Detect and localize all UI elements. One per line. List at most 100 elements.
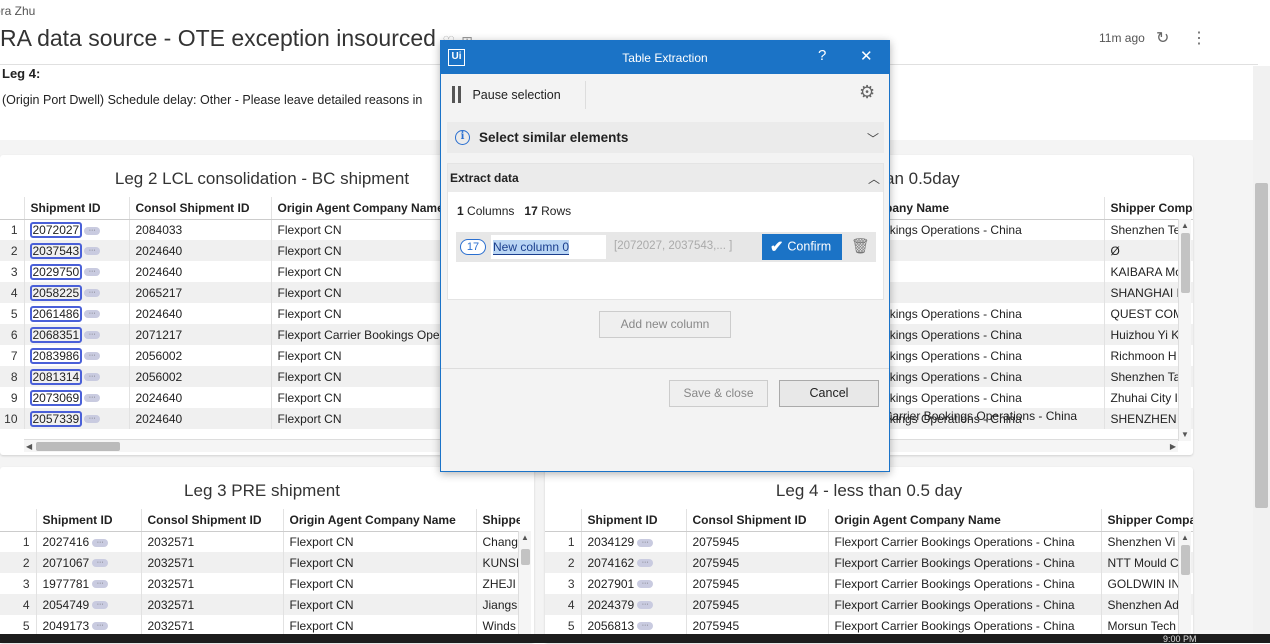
consol-id-cell[interactable]: 2024640 [128, 408, 271, 429]
close-button[interactable]: ✕ [860, 47, 873, 65]
consol-id-cell[interactable]: 2075945 [685, 594, 828, 615]
shipment-id-cell[interactable]: 2058225 ··· [23, 282, 129, 303]
extract-data-header[interactable]: Extract data ︿ [448, 164, 883, 192]
shipment-id-cell[interactable]: 2024379 ··· [580, 594, 686, 615]
shipment-id-cell[interactable]: 2072027 ··· [23, 219, 129, 240]
scroll-thumb[interactable] [521, 549, 530, 565]
shipment-id-cell[interactable]: 2068351 ··· [23, 324, 129, 345]
shipper-cell[interactable]: ZHEJI [475, 573, 520, 594]
chevron-down-icon[interactable]: ﹀ [867, 130, 879, 147]
column-header[interactable]: Consol Shipment ID [685, 509, 828, 532]
agent-cell[interactable]: Flexport Carrier Bookings Operations - C… [827, 552, 1101, 573]
more-pill-icon[interactable]: ··· [84, 352, 101, 361]
shipper-cell[interactable]: Chang [475, 531, 520, 552]
agent-cell[interactable]: Flexport CN [282, 615, 476, 636]
agent-cell[interactable]: Flexport Carrier Bookings Operations - C… [827, 531, 1101, 552]
shipper-cell[interactable]: Winds [475, 615, 520, 636]
shipper-cell[interactable]: Jiangs [475, 594, 520, 615]
help-button[interactable]: ? [818, 47, 826, 64]
shipment-id-cell[interactable]: 2027416 ··· [35, 531, 141, 552]
more-pill-icon[interactable]: ··· [92, 580, 109, 589]
agent-cell[interactable]: Flexport Carrier Bookings Operations - C… [827, 573, 1101, 594]
shipment-id-cell[interactable]: 2037543 ··· [23, 240, 129, 261]
consol-id-cell[interactable]: 2065217 [128, 282, 271, 303]
consol-id-cell[interactable]: 2075945 [685, 552, 828, 573]
consol-id-cell[interactable]: 2032571 [140, 573, 283, 594]
more-pill-icon[interactable]: ··· [84, 394, 101, 403]
column-name-input[interactable]: New column 0 [491, 235, 606, 259]
consol-id-cell[interactable]: 2075945 [685, 573, 828, 594]
shipment-id-cell[interactable]: 2073069 ··· [23, 387, 129, 408]
add-new-column-button[interactable]: Add new column [599, 311, 731, 338]
consol-id-cell[interactable]: 2084033 [128, 219, 271, 240]
consol-id-cell[interactable]: 2024640 [128, 387, 271, 408]
column-header[interactable]: Shipper Compa [1103, 197, 1193, 220]
shipment-id-cell[interactable]: 2083986 ··· [23, 345, 129, 366]
column-header[interactable]: Shipment ID [35, 509, 141, 532]
agent-cell[interactable]: Flexport Carrier Bookings Operations - C… [827, 615, 1101, 636]
save-close-button[interactable]: Save & close [669, 380, 768, 407]
more-pill-icon[interactable]: ··· [84, 373, 101, 382]
chevron-up-icon[interactable]: ︿ [868, 170, 880, 187]
more-pill-icon[interactable]: ··· [84, 415, 101, 424]
leg4-upper-vscroll[interactable]: ▲ ▼ [1178, 219, 1191, 441]
page-scroll-thumb[interactable] [1255, 183, 1268, 508]
shipment-id-cell[interactable]: 2061486 ··· [23, 303, 129, 324]
more-pill-icon[interactable]: ··· [92, 559, 109, 568]
column-header[interactable]: Consol Shipment ID [128, 197, 271, 220]
pause-selection-button[interactable]: Pause selection [452, 86, 561, 104]
consol-id-cell[interactable]: 2075945 [685, 615, 828, 636]
shipment-id-cell[interactable]: 2074162 ··· [580, 552, 686, 573]
scroll-thumb[interactable] [36, 442, 120, 451]
agent-cell[interactable]: Flexport CN [282, 531, 476, 552]
leg4-lower-vscroll[interactable]: ▲ [1178, 531, 1191, 643]
gear-icon[interactable]: ⚙ [859, 82, 875, 103]
confirm-button[interactable]: ✔ Confirm [762, 234, 842, 260]
consol-id-cell[interactable]: 2024640 [128, 261, 271, 282]
select-similar-elements[interactable]: i Select similar elements ﹀ [447, 122, 884, 153]
more-pill-icon[interactable]: ··· [637, 601, 654, 610]
cancel-button[interactable]: Cancel [779, 380, 879, 407]
consol-id-cell[interactable]: 2032571 [140, 615, 283, 636]
column-header[interactable]: Origin Agent Company Name [282, 509, 476, 532]
more-pill-icon[interactable]: ··· [84, 226, 101, 235]
column-header[interactable]: Origin Agent Company Name [827, 509, 1101, 532]
shipment-id-cell[interactable]: 2034129 ··· [580, 531, 686, 552]
consol-id-cell[interactable]: 2071217 [128, 324, 271, 345]
trash-icon[interactable]: 🗑 [851, 237, 870, 255]
consol-id-cell[interactable]: 2056002 [128, 366, 271, 387]
column-header[interactable]: Shipper C [475, 509, 520, 532]
agent-cell[interactable]: Flexport CN [282, 594, 476, 615]
more-pill-icon[interactable]: ··· [637, 559, 654, 568]
scroll-thumb[interactable] [1181, 233, 1190, 293]
leg3-vscroll[interactable]: ▲ [518, 531, 531, 643]
more-pill-icon[interactable]: ··· [92, 622, 109, 631]
column-header[interactable]: Shipment ID [580, 509, 686, 532]
more-pill-icon[interactable]: ··· [84, 247, 101, 256]
shipment-id-cell[interactable]: 2056813 ··· [580, 615, 686, 636]
agent-cell[interactable]: Flexport CN [282, 552, 476, 573]
scroll-thumb[interactable] [1181, 545, 1190, 575]
column-header[interactable]: Consol Shipment ID [140, 509, 283, 532]
shipment-id-cell[interactable]: 2027901 ··· [580, 573, 686, 594]
consol-id-cell[interactable]: 2024640 [128, 303, 271, 324]
consol-id-cell[interactable]: 2056002 [128, 345, 271, 366]
more-pill-icon[interactable]: ··· [84, 331, 101, 340]
consol-id-cell[interactable]: 2024640 [128, 240, 271, 261]
more-pill-icon[interactable]: ··· [84, 289, 101, 298]
shipment-id-cell[interactable]: 2029750 ··· [23, 261, 129, 282]
shipper-cell[interactable]: KUNSI [475, 552, 520, 573]
agent-cell[interactable]: Flexport CN [282, 573, 476, 594]
more-pill-icon[interactable]: ··· [637, 580, 654, 589]
shipment-id-cell[interactable]: 2081314 ··· [23, 366, 129, 387]
refresh-icon[interactable]: ↻ [1156, 28, 1169, 48]
consol-id-cell[interactable]: 2075945 [685, 531, 828, 552]
shipment-id-cell[interactable]: 1977781 ··· [35, 573, 141, 594]
more-pill-icon[interactable]: ··· [637, 622, 654, 631]
column-header[interactable]: Shipment ID [23, 197, 129, 220]
consol-id-cell[interactable]: 2032571 [140, 594, 283, 615]
shipment-id-cell[interactable]: 2071067 ··· [35, 552, 141, 573]
consol-id-cell[interactable]: 2032571 [140, 531, 283, 552]
more-pill-icon[interactable]: ··· [84, 310, 101, 319]
more-pill-icon[interactable]: ··· [637, 538, 654, 547]
